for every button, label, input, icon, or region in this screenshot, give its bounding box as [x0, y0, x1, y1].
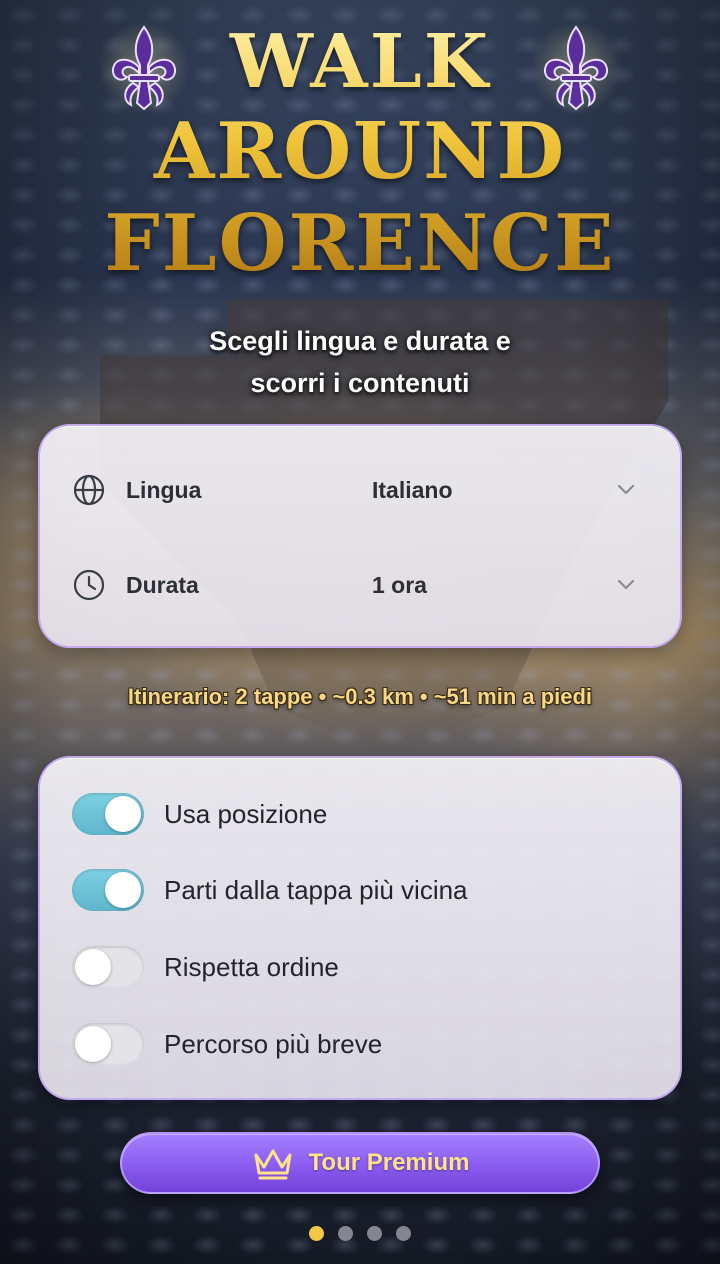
duration-label: Durata — [126, 571, 199, 598]
chevron-down-icon[interactable] — [612, 571, 640, 599]
app-title: WALK AROUND FLORENCE — [0, 18, 720, 290]
toggle-switch[interactable] — [72, 793, 144, 835]
toggle-knob — [75, 1026, 111, 1062]
page-dot-3[interactable] — [367, 1226, 382, 1241]
title-line-2: AROUND — [153, 106, 567, 197]
toggle-switch[interactable] — [72, 946, 144, 988]
toggle-knob — [105, 796, 141, 832]
settings-card: Lingua Italiano Durata 1 ora — [38, 424, 682, 648]
option-shortest-route[interactable]: Percorso più breve — [72, 1019, 650, 1069]
page-indicator — [0, 1226, 720, 1241]
tour-premium-label: Tour Premium — [308, 1149, 470, 1176]
globe-icon — [70, 471, 108, 509]
option-label: Percorso più breve — [164, 1028, 383, 1059]
duration-value[interactable]: 1 ora — [372, 572, 612, 599]
option-label: Rispetta ordine — [164, 951, 339, 982]
subtitle-line-1: Scegli lingua e durata e — [209, 326, 511, 356]
language-value[interactable]: Italiano — [372, 477, 612, 504]
tour-premium-button[interactable]: Tour Premium — [120, 1132, 600, 1194]
crown-icon — [251, 1143, 295, 1183]
option-respect-order[interactable]: Rispetta ordine — [72, 942, 650, 992]
option-start-nearest[interactable]: Parti dalla tappa più vicina — [72, 865, 650, 915]
page-dot-2[interactable] — [338, 1226, 353, 1241]
language-label: Lingua — [126, 476, 202, 503]
page-dot-1[interactable] — [309, 1226, 324, 1241]
subtitle: Scegli lingua e durata e scorri i conten… — [0, 320, 720, 404]
toggle-knob — [105, 872, 141, 908]
option-label: Usa posizione — [164, 798, 328, 829]
itinerary-summary: Itinerario: 2 tappe • ~0.3 km • ~51 min … — [127, 684, 593, 709]
title-line-3: FLORENCE — [104, 198, 616, 289]
toggle-switch[interactable] — [72, 869, 144, 911]
title-line-1: WALK — [229, 19, 491, 105]
toggle-knob — [75, 949, 111, 985]
chevron-down-icon[interactable] — [612, 476, 640, 504]
options-card: Usa posizione Parti dalla tappa più vici… — [38, 756, 682, 1100]
option-use-location[interactable]: Usa posizione — [72, 789, 650, 839]
duration-selector[interactable]: Durata 1 ora — [70, 555, 640, 615]
page-dot-4[interactable] — [396, 1226, 411, 1241]
toggle-switch[interactable] — [72, 1023, 144, 1065]
language-selector[interactable]: Lingua Italiano — [70, 460, 640, 520]
clock-icon — [70, 566, 108, 604]
option-label: Parti dalla tappa più vicina — [164, 874, 468, 905]
subtitle-line-2: scorri i contenuti — [250, 368, 470, 398]
